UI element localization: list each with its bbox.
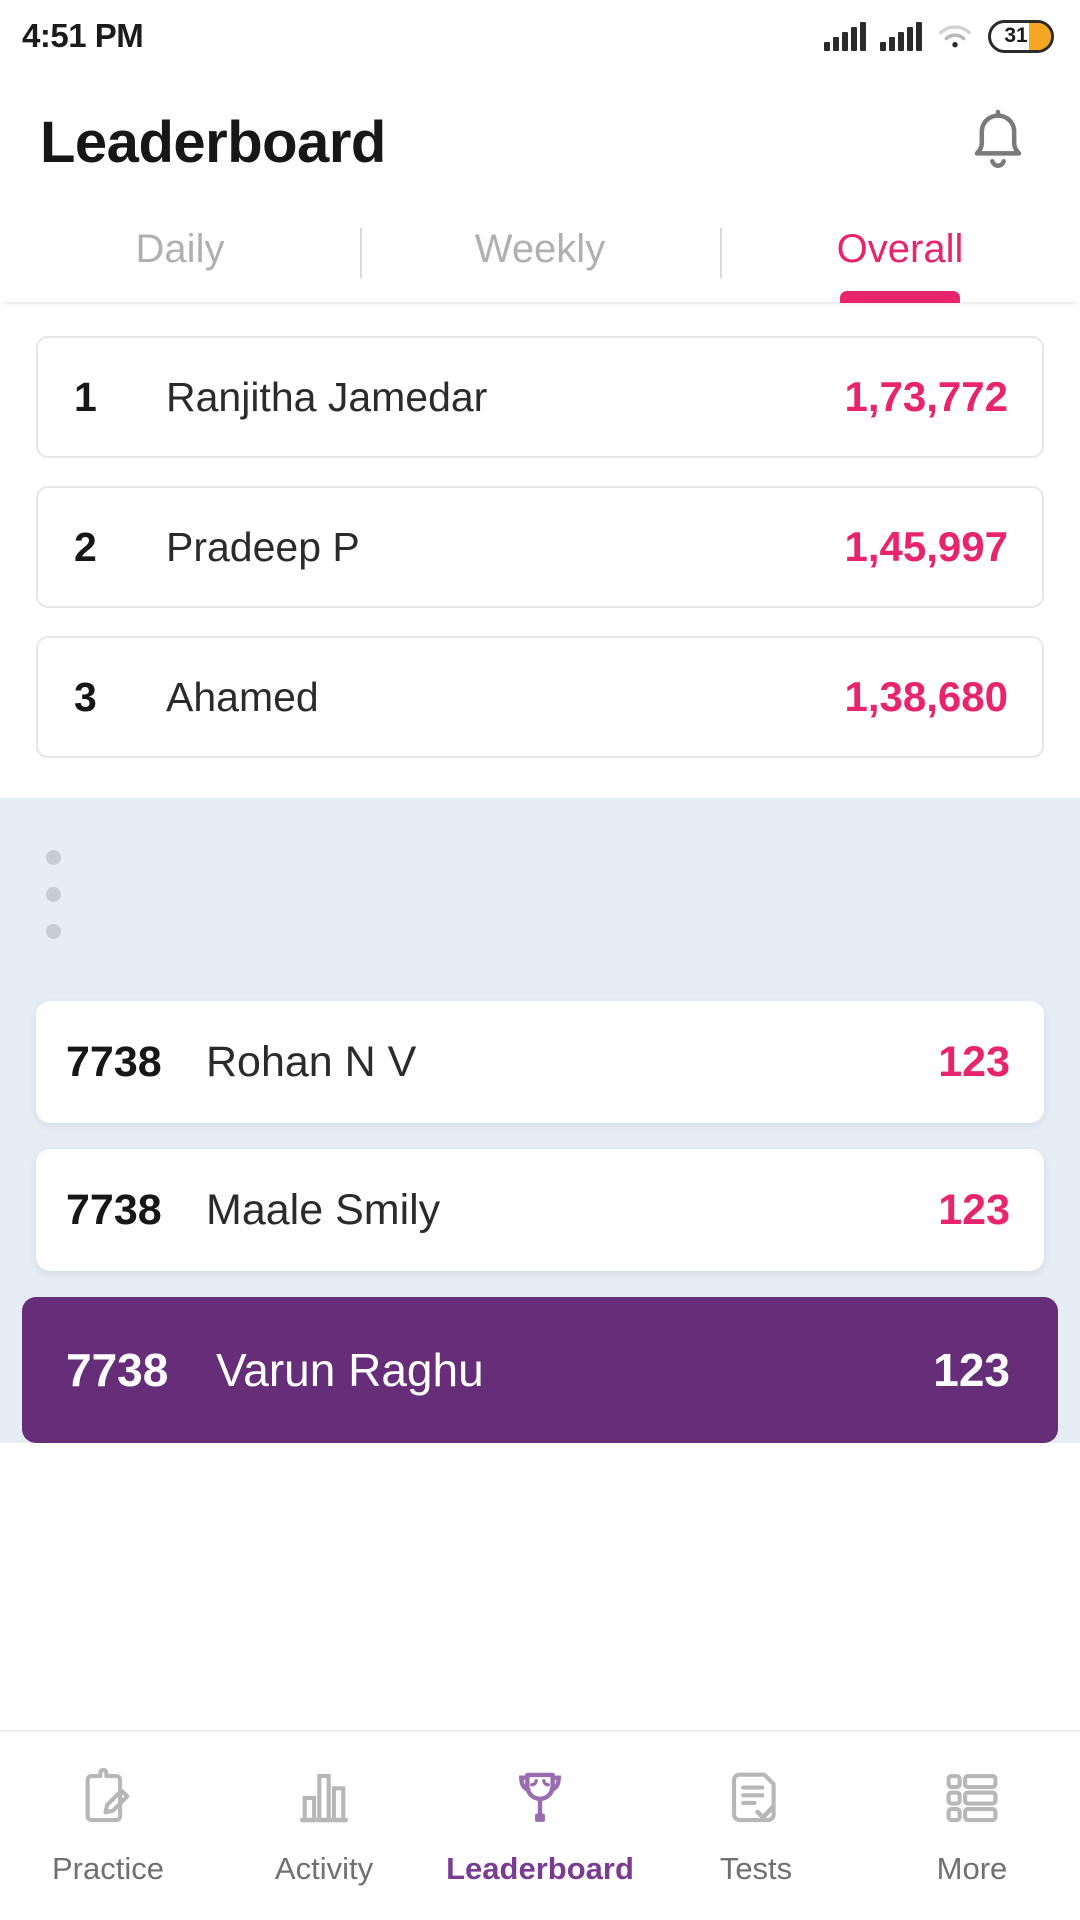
bell-icon[interactable] — [962, 106, 1034, 178]
rank-value: 7738 — [66, 1037, 162, 1086]
status-bar: 4:51 PM 31 — [0, 0, 1080, 72]
list-grid-icon — [946, 1773, 998, 1823]
rank-gap-dots-icon — [36, 798, 1044, 1001]
nav-item-tests[interactable]: Tests — [648, 1765, 864, 1887]
nav-label: Practice — [52, 1851, 164, 1886]
rank-value: 1 — [74, 373, 97, 420]
tab-label: Daily — [135, 227, 225, 271]
nav-label: Activity — [274, 1851, 374, 1886]
status-icons: 31 — [824, 19, 1054, 53]
tab-active-indicator — [840, 291, 960, 303]
battery-level: 31 — [1004, 24, 1028, 47]
user-name: Ranjitha Jamedar — [166, 373, 488, 420]
user-name: Ahamed — [166, 673, 319, 720]
table-row[interactable]: 2 Pradeep P 1,45,997 — [36, 486, 1044, 608]
tab-overall[interactable]: Overall — [720, 212, 1080, 303]
signal-icon — [880, 21, 922, 51]
score-value: 1,38,680 — [844, 673, 1009, 720]
nearby-ranks-panel: 7738 Rohan N V 123 7738 Maale Smily 123 … — [0, 798, 1080, 1443]
table-row[interactable]: 3 Ahamed 1,38,680 — [36, 636, 1044, 758]
battery-icon: 31 — [988, 19, 1054, 53]
tab-daily[interactable]: Daily — [0, 212, 360, 302]
nav-item-practice[interactable]: Practice — [0, 1765, 216, 1887]
tab-weekly[interactable]: Weekly — [360, 212, 720, 302]
score-value: 123 — [938, 1037, 1010, 1086]
nav-label: Tests — [719, 1851, 793, 1886]
score-value: 123 — [933, 1344, 1010, 1396]
list-item[interactable]: 7738 Maale Smily 123 — [36, 1149, 1044, 1271]
table-row[interactable]: 1 Ranjitha Jamedar 1,73,772 — [36, 336, 1044, 458]
leaderboard-screen: 4:51 PM 31 Leaderboard Daily Weekly Over… — [0, 0, 1080, 1920]
rank-value: 7738 — [66, 1185, 162, 1234]
tab-divider — [360, 228, 362, 278]
rank-value: 3 — [74, 673, 97, 720]
list-item[interactable]: 7738 Rohan N V 123 — [36, 1001, 1044, 1123]
top-ranks-panel: 1 Ranjitha Jamedar 1,73,772 2 Pradeep P … — [0, 302, 1080, 798]
user-name: Rohan N V — [206, 1037, 417, 1086]
clipboard-pencil-icon — [85, 1767, 130, 1823]
tab-label: Weekly — [474, 227, 606, 271]
nav-label: More — [936, 1851, 1008, 1886]
app-header: Leaderboard — [0, 72, 1080, 212]
signal-icon — [824, 21, 866, 51]
nav-item-more[interactable]: More — [864, 1765, 1080, 1887]
leaderboard-period-tabs: Daily Weekly Overall — [0, 212, 1080, 303]
user-name: Varun Raghu — [216, 1344, 484, 1396]
trophy-icon — [519, 1772, 561, 1822]
tab-divider — [720, 228, 722, 278]
score-value: 123 — [938, 1185, 1010, 1234]
status-time: 4:51 PM — [22, 17, 144, 54]
rank-value: 2 — [74, 523, 97, 570]
score-value: 1,73,772 — [844, 373, 1009, 420]
bottom-navigation: Practice Activity Leaderboard Tests More — [0, 1730, 1080, 1920]
current-user-row[interactable]: 7738 Varun Raghu 123 — [22, 1297, 1058, 1443]
nav-label: Leaderboard — [446, 1851, 634, 1886]
score-value: 1,45,997 — [844, 523, 1009, 570]
user-name: Maale Smily — [206, 1185, 441, 1234]
nav-item-leaderboard[interactable]: Leaderboard — [432, 1765, 648, 1887]
rank-value: 7738 — [66, 1344, 169, 1396]
document-check-icon — [731, 1772, 776, 1823]
nav-item-activity[interactable]: Activity — [216, 1765, 432, 1887]
page-title: Leaderboard — [40, 109, 386, 175]
tab-label: Overall — [836, 227, 964, 271]
wifi-icon — [939, 25, 971, 48]
user-name: Pradeep P — [166, 523, 360, 570]
bar-chart-icon — [299, 1773, 349, 1823]
